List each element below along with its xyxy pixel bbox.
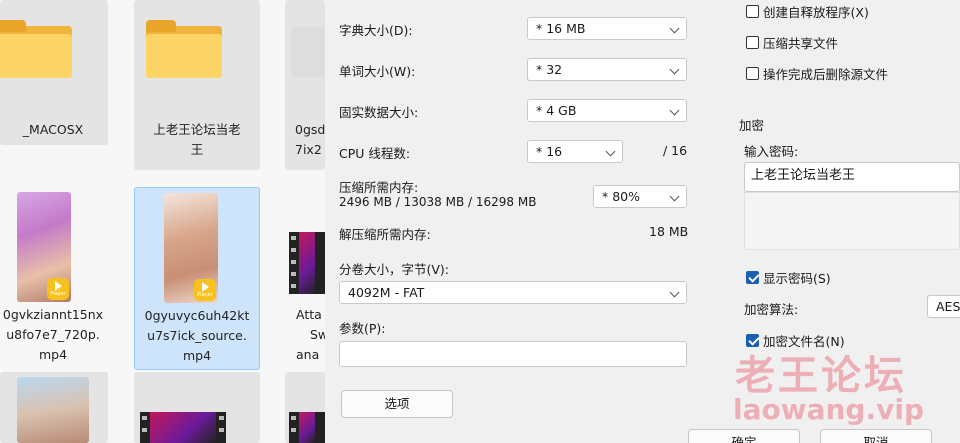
cpu-threads-select[interactable]: * 16 bbox=[527, 140, 623, 163]
encryption-method-label: 加密算法: bbox=[744, 302, 799, 317]
video-item-source[interactable]: Player 0gyuvyc6uh42kt u7s7ick_source. mp… bbox=[134, 187, 260, 370]
checkbox-icon bbox=[746, 67, 759, 80]
file-name: _MACOSX bbox=[22, 122, 84, 137]
checkbox-icon bbox=[746, 36, 759, 49]
password-area bbox=[744, 192, 960, 250]
chevron-down-icon bbox=[669, 287, 680, 298]
folder-icon bbox=[0, 20, 72, 78]
file-icon bbox=[291, 20, 325, 78]
video-item[interactable] bbox=[0, 372, 108, 443]
video-item[interactable] bbox=[134, 372, 260, 443]
mem-compress-label: 压缩所需内存: bbox=[339, 180, 419, 195]
encryption-group-title: 加密 bbox=[739, 118, 765, 133]
checkbox-icon bbox=[746, 5, 759, 18]
volume-size-label: 分卷大小，字节(V): bbox=[339, 262, 450, 277]
player-badge-icon: Player bbox=[47, 278, 69, 300]
chevron-down-icon bbox=[605, 146, 616, 157]
mem-compress-detail: 2496 MB / 13038 MB / 16298 MB bbox=[339, 195, 537, 209]
ok-button[interactable]: 确定 bbox=[688, 429, 800, 443]
file-name: Atta Sw ana bbox=[296, 307, 325, 362]
create-sfx-checkbox[interactable]: 创建自释放程序(X) bbox=[746, 2, 869, 21]
chevron-down-icon bbox=[669, 64, 680, 75]
video-thumbnail bbox=[17, 377, 89, 443]
folder-item-laowang[interactable]: 上老王论坛当老 王 bbox=[134, 0, 260, 170]
video-file-icon bbox=[140, 412, 226, 443]
chevron-down-icon bbox=[669, 23, 680, 34]
video-item-atta[interactable]: Atta Sw ana bbox=[285, 187, 325, 370]
video-thumbnail: Player bbox=[17, 192, 71, 302]
video-file-icon bbox=[289, 412, 325, 443]
mem-usage-select[interactable]: * 80% bbox=[593, 185, 687, 208]
video-thumbnail: Player bbox=[164, 193, 218, 303]
video-item-720p[interactable]: Player 0gvkziannt15nx u8fo7e7_720p. mp4 bbox=[0, 187, 108, 370]
word-size-select[interactable]: * 32 bbox=[527, 58, 687, 81]
word-size-label: 单词大小(W): bbox=[339, 64, 416, 79]
mem-decompress-value: 18 MB bbox=[649, 224, 689, 239]
cpu-threads-label: CPU 线程数: bbox=[339, 146, 411, 161]
show-password-checkbox[interactable]: 显示密码(S) bbox=[746, 268, 831, 287]
solid-size-select[interactable]: * 4 GB bbox=[527, 99, 687, 122]
cancel-button[interactable]: 取消 bbox=[820, 429, 932, 443]
chevron-down-icon bbox=[669, 105, 680, 116]
volume-size-select[interactable]: 4092M - FAT bbox=[339, 281, 687, 304]
delete-after-checkbox[interactable]: 操作完成后删除源文件 bbox=[746, 64, 888, 83]
checkbox-checked-icon bbox=[746, 271, 759, 284]
solid-size-label: 固实数据大小: bbox=[339, 105, 419, 120]
watermark-url: laowang.vip bbox=[733, 393, 924, 426]
password-label: 输入密码: bbox=[744, 144, 799, 159]
cpu-threads-max: / 16 bbox=[663, 143, 688, 158]
dict-size-select[interactable]: * 16 MB bbox=[527, 17, 687, 40]
encryption-method-select[interactable]: AES- bbox=[927, 295, 960, 318]
file-name: 0gsd 7ix2 bbox=[295, 122, 325, 157]
options-button[interactable]: 选项 bbox=[341, 390, 453, 418]
compress-shared-checkbox[interactable]: 压缩共享文件 bbox=[746, 33, 838, 52]
file-item-0gsd[interactable]: 0gsd 7ix2 bbox=[285, 0, 325, 170]
chevron-down-icon bbox=[669, 191, 680, 202]
params-input[interactable] bbox=[339, 341, 687, 367]
file-name: 0gyuvyc6uh42kt u7s7ick_source. mp4 bbox=[144, 308, 250, 363]
file-name: 0gvkziannt15nx u8fo7e7_720p. mp4 bbox=[2, 307, 104, 362]
dict-size-label: 字典大小(D): bbox=[339, 23, 413, 38]
video-item[interactable] bbox=[285, 372, 325, 443]
params-label: 参数(P): bbox=[339, 321, 386, 336]
password-input[interactable]: 上老王论坛当老王 bbox=[744, 162, 960, 192]
file-name: 上老王论坛当老 王 bbox=[153, 122, 241, 157]
folder-icon bbox=[146, 20, 222, 78]
mem-decompress-label: 解压缩所需内存: bbox=[339, 227, 431, 242]
player-badge-icon: Player bbox=[194, 279, 216, 301]
file-explorer: _MACOSX 上老王论坛当老 王 0gsd 7ix2 Player 0gvkz… bbox=[0, 0, 325, 443]
video-file-icon bbox=[289, 232, 325, 294]
folder-item-macosx[interactable]: _MACOSX bbox=[0, 0, 108, 145]
